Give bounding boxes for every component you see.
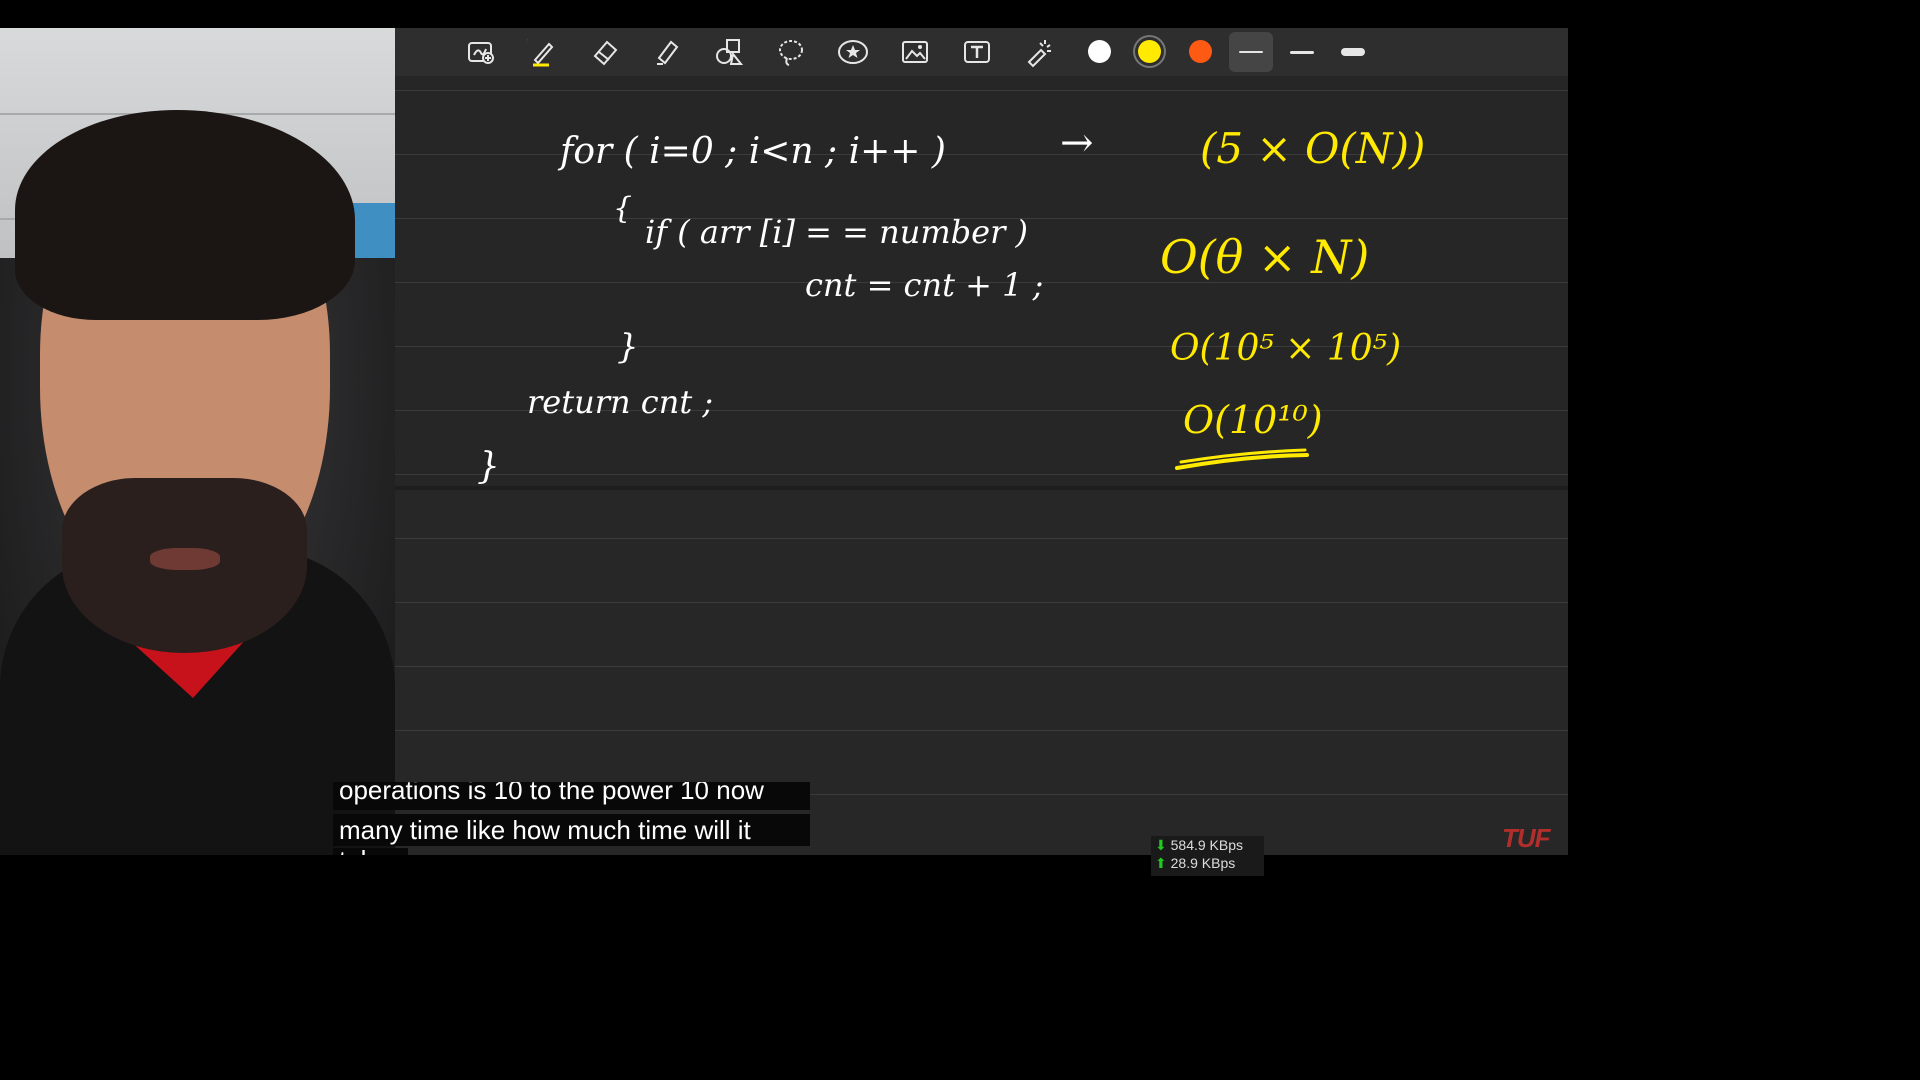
thickness-thick-button[interactable]	[1331, 32, 1375, 72]
code-line-close-brace-inner: }	[617, 327, 639, 367]
code-line-for: for ( i=0 ; i<n ; i++ )	[557, 131, 946, 172]
highlighter-icon[interactable]	[651, 36, 683, 68]
image-icon[interactable]	[899, 36, 931, 68]
download-speed-value: 584.9 KBps	[1170, 837, 1244, 853]
ruled-line	[395, 666, 1568, 667]
laser-pointer-icon[interactable]	[1023, 36, 1055, 68]
ruled-line	[395, 602, 1568, 603]
arrow-symbol: →	[1060, 120, 1094, 166]
upload-speed-value: 28.9 KBps	[1170, 855, 1236, 871]
bottom-black-bar	[0, 855, 1568, 882]
ruled-line	[395, 730, 1568, 731]
channel-logo: TUF	[1502, 823, 1551, 853]
code-line-if: if ( arr [i] = = number )	[645, 213, 1028, 251]
caption-line: many time like how much time will it	[333, 814, 810, 846]
notes-toolbar	[395, 28, 1568, 76]
handwritten-notes: for ( i=0 ; i<n ; i++ ) { if ( arr [i] =…	[477, 120, 1425, 487]
complexity-line-1: (5 × O(N))	[1200, 124, 1425, 173]
lasso-icon[interactable]	[775, 36, 807, 68]
code-line-increment: cnt = cnt + 1 ;	[805, 266, 1043, 304]
thickness-thin-button[interactable]	[1229, 32, 1273, 72]
code-line-return: return cnt ;	[527, 383, 713, 421]
download-speed: ⬇ 584.9 KBps	[1151, 836, 1264, 854]
shapes-icon[interactable]	[713, 36, 745, 68]
complexity-line-2: O(θ × N)	[1160, 230, 1369, 284]
color-white-swatch[interactable]	[1088, 40, 1111, 63]
download-arrow-icon: ⬇	[1155, 837, 1167, 853]
highlight-underline	[1175, 453, 1309, 470]
ruled-line	[395, 538, 1568, 539]
presenter-mouth	[150, 548, 220, 570]
complexity-line-3: O(10⁵ × 10⁵)	[1170, 328, 1401, 369]
thickness-medium-button[interactable]	[1280, 32, 1324, 72]
code-line-close-brace-outer: }	[477, 446, 500, 487]
upload-arrow-icon: ⬆	[1155, 855, 1167, 871]
network-speed-monitor: ⬇ 584.9 KBps ⬆ 28.9 KBps	[1151, 836, 1264, 876]
code-line-open-brace: {	[613, 191, 632, 226]
color-yellow-swatch[interactable]	[1138, 40, 1161, 63]
page-add-icon[interactable]	[465, 36, 497, 68]
complexity-line-4: O(10¹⁰)	[1183, 398, 1323, 442]
text-icon[interactable]	[961, 36, 993, 68]
pen-icon[interactable]	[527, 36, 559, 68]
upload-speed: ⬆ 28.9 KBps	[1151, 854, 1264, 872]
webcam-feed	[0, 28, 395, 855]
eraser-icon[interactable]	[589, 36, 621, 68]
sticker-icon[interactable]	[837, 36, 869, 68]
top-black-bar	[0, 0, 1568, 28]
caption-line: operations is 10 to the power 10 now	[333, 782, 810, 810]
color-orange-swatch[interactable]	[1189, 40, 1212, 63]
